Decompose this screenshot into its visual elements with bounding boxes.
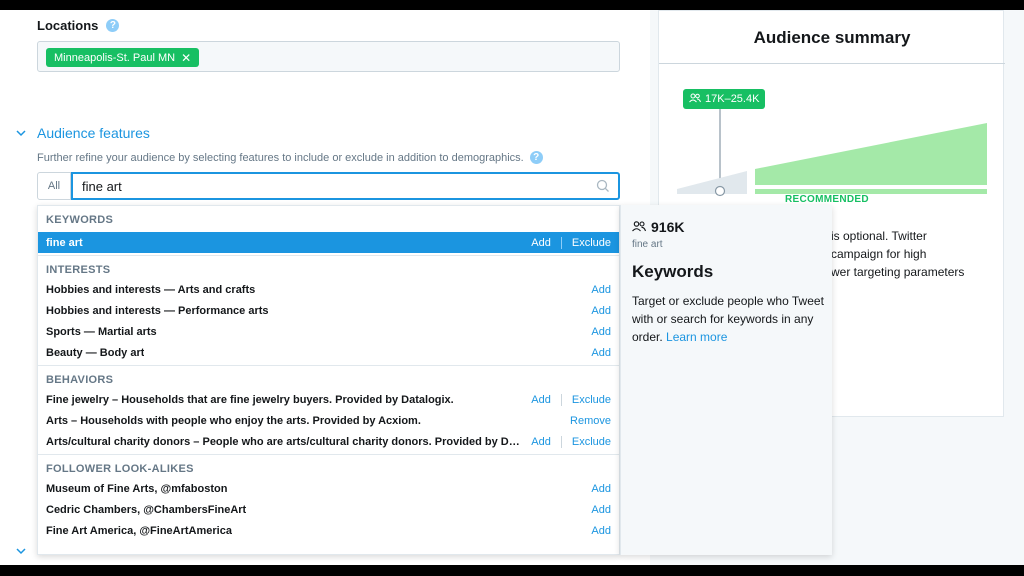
tooltip-body: Target or exclude people who Tweet with … bbox=[632, 292, 828, 346]
list-item[interactable]: fine art Add Exclude bbox=[38, 232, 619, 253]
audience-features-description: Further refine your audience by selectin… bbox=[37, 151, 543, 164]
people-icon bbox=[632, 219, 647, 235]
add-button[interactable]: Add bbox=[591, 284, 611, 296]
list-item-label: Sports — Martial arts bbox=[46, 325, 157, 338]
audience-range-badge: 17K–25.4K bbox=[683, 89, 766, 109]
feature-search-row: All bbox=[37, 172, 620, 200]
summary-text-line: wer targeting parameters bbox=[831, 265, 965, 279]
locations-heading: Locations ? bbox=[37, 18, 120, 33]
list-item-label: Fine jewelry – Households that are fine … bbox=[46, 393, 454, 406]
list-item-label: Fine Art America, @FineArtAmerica bbox=[46, 524, 232, 537]
add-button[interactable]: Add bbox=[591, 525, 611, 537]
list-item-label: Arts/cultural charity donors – People wh… bbox=[46, 435, 524, 448]
behaviors-section-heading: BEHAVIORS bbox=[46, 374, 114, 386]
search-icon bbox=[596, 179, 610, 193]
remove-button[interactable]: Remove bbox=[570, 415, 611, 427]
list-item[interactable]: Sports — Martial arts Add bbox=[38, 321, 619, 342]
add-button[interactable]: Add bbox=[591, 305, 611, 317]
add-button[interactable]: Add bbox=[531, 394, 551, 406]
feature-suggestions-dropdown: KEYWORDS fine art Add Exclude INTERESTS … bbox=[37, 205, 620, 555]
list-item[interactable]: Arts/cultural charity donors – People wh… bbox=[38, 431, 619, 452]
feature-search-input[interactable] bbox=[71, 172, 620, 200]
add-button[interactable]: Add bbox=[591, 483, 611, 495]
location-chip-label: Minneapolis-St. Paul MN bbox=[54, 51, 176, 64]
exclude-button[interactable]: Exclude bbox=[572, 436, 611, 448]
location-chip: Minneapolis-St. Paul MN ✕ bbox=[46, 48, 200, 67]
list-item-label: Hobbies and interests — Arts and crafts bbox=[46, 283, 256, 296]
audience-features-description-text: Further refine your audience by selectin… bbox=[37, 151, 524, 164]
list-item-label: Beauty — Body art bbox=[46, 346, 145, 359]
list-item[interactable]: Beauty — Body art Add bbox=[38, 342, 619, 363]
list-item[interactable]: Fine Art America, @FineArtAmerica Add bbox=[38, 520, 619, 541]
tooltip-keyword: fine art bbox=[632, 239, 663, 250]
learn-more-link[interactable]: Learn more bbox=[666, 330, 727, 344]
scope-all-button[interactable]: All bbox=[37, 172, 71, 200]
follower-lookalikes-section-heading: FOLLOWER LOOK-ALIKES bbox=[46, 463, 194, 475]
audience-summary-title: Audience summary bbox=[753, 28, 911, 47]
tooltip-audience-count: 916K bbox=[632, 219, 684, 235]
add-button[interactable]: Add bbox=[591, 326, 611, 338]
list-item[interactable]: Cedric Chambers, @ChambersFineArt Add bbox=[38, 499, 619, 520]
exclude-button[interactable]: Exclude bbox=[572, 394, 611, 406]
keyword-info-tooltip: 916K fine art Keywords Target or exclude… bbox=[620, 205, 832, 555]
list-item[interactable]: Fine jewelry – Households that are fine … bbox=[38, 389, 619, 410]
audience-features-title[interactable]: Audience features bbox=[37, 125, 150, 141]
list-item-label: Arts – Households with people who enjoy … bbox=[46, 414, 421, 427]
locations-title: Locations bbox=[37, 18, 99, 33]
list-item-label: Museum of Fine Arts, @mfaboston bbox=[46, 482, 228, 495]
list-item-label: fine art bbox=[46, 236, 83, 249]
location-chip-remove-icon[interactable]: ✕ bbox=[181, 51, 191, 65]
list-item[interactable]: Hobbies and interests — Arts and crafts … bbox=[38, 279, 619, 300]
tooltip-count-value: 916K bbox=[651, 219, 685, 235]
list-item[interactable]: Museum of Fine Arts, @mfaboston Add bbox=[38, 478, 619, 499]
divider bbox=[659, 63, 1005, 64]
locations-help-icon[interactable]: ? bbox=[106, 19, 120, 32]
audience-features-help-icon[interactable]: ? bbox=[529, 151, 543, 164]
targeting-panel: Locations ? Minneapolis-St. Paul MN ✕ Au… bbox=[0, 10, 650, 565]
exclude-button[interactable]: Exclude bbox=[572, 237, 611, 249]
people-icon bbox=[689, 93, 701, 106]
summary-text-line: is optional. Twitter bbox=[831, 229, 927, 243]
add-button[interactable]: Add bbox=[591, 347, 611, 359]
audience-range-label: 17K–25.4K bbox=[705, 93, 760, 105]
list-item[interactable]: Arts – Households with people who enjoy … bbox=[38, 410, 619, 431]
recommended-label: RECOMMENDED bbox=[785, 194, 869, 205]
add-button[interactable]: Add bbox=[531, 237, 551, 249]
summary-text-line: campaign for high bbox=[831, 247, 927, 261]
list-item[interactable]: Hobbies and interests — Performance arts… bbox=[38, 300, 619, 321]
keywords-section-heading: KEYWORDS bbox=[46, 214, 114, 226]
tooltip-body-text: Target or exclude people who Tweet with … bbox=[632, 294, 824, 344]
section-chevron-icon[interactable] bbox=[16, 544, 26, 558]
add-button[interactable]: Add bbox=[591, 504, 611, 516]
tooltip-title: Keywords bbox=[632, 262, 714, 281]
locations-input[interactable]: Minneapolis-St. Paul MN ✕ bbox=[37, 41, 620, 72]
interests-section-heading: INTERESTS bbox=[46, 264, 111, 276]
add-button[interactable]: Add bbox=[531, 436, 551, 448]
list-item-label: Cedric Chambers, @ChambersFineArt bbox=[46, 503, 247, 516]
list-item-label: Hobbies and interests — Performance arts bbox=[46, 304, 269, 317]
audience-features-chevron-icon[interactable] bbox=[16, 126, 26, 140]
app-screen: Locations ? Minneapolis-St. Paul MN ✕ Au… bbox=[0, 10, 1024, 565]
